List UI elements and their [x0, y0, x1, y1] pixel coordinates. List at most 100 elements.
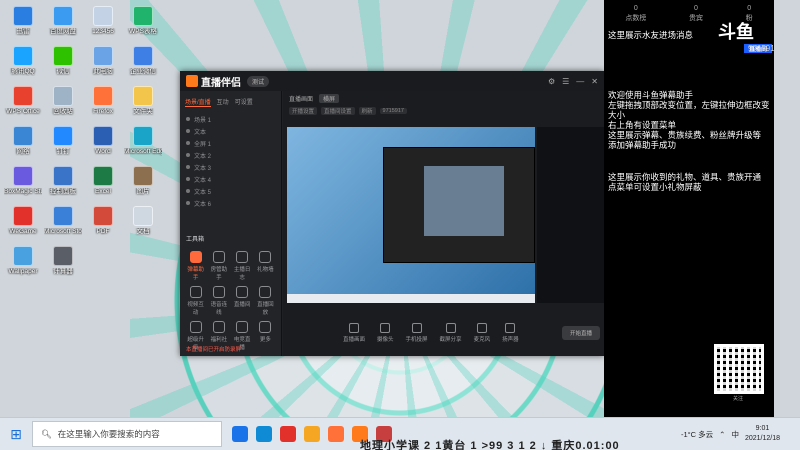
desktop-icon[interactable]: PDF — [84, 206, 122, 236]
desktop-icon[interactable]: 百度网盘 — [44, 6, 82, 36]
qr-label: 关注 — [733, 396, 744, 402]
app-icon-1[interactable] — [280, 426, 296, 442]
desktop-icon-image — [53, 86, 73, 106]
minimize-icon[interactable]: — — [576, 77, 584, 86]
firefox-icon[interactable] — [328, 426, 344, 442]
sub-tab[interactable]: 刷新 — [358, 107, 376, 115]
desktop-icon[interactable]: Microsoft Store — [44, 206, 82, 236]
control-button[interactable]: 截屏分享 — [440, 323, 462, 343]
room-id: 971591 — [748, 44, 775, 53]
desktop-icon-label: WPS Office — [6, 108, 40, 115]
control-button[interactable]: 手机投屏 — [406, 323, 428, 343]
app-logo: 直播伴侣 — [186, 74, 241, 89]
tool-item[interactable]: 视频互动 — [186, 286, 205, 316]
scene-item[interactable]: 文本 2 — [180, 149, 281, 161]
scene-item[interactable]: 文本 6 — [180, 197, 281, 209]
control-button[interactable]: 摄像头 — [377, 323, 394, 343]
scene-label: 文本 2 — [194, 153, 212, 160]
tool-item[interactable]: 直播回放 — [256, 286, 275, 316]
scene-item[interactable]: 场景 1 — [180, 113, 281, 125]
windows-start-icon[interactable]: ⊞ — [0, 426, 32, 443]
eye-icon[interactable] — [186, 129, 190, 133]
tool-icon — [236, 251, 249, 263]
desktop-icon[interactable]: 网络 — [4, 126, 42, 156]
desktop-icon[interactable]: Microsoft Edge — [124, 126, 162, 156]
stream-preview[interactable] — [287, 127, 535, 303]
desktop-icon[interactable]: 此电脑 — [84, 46, 122, 76]
desktop-icon[interactable]: WPS Office — [4, 86, 42, 116]
desktop-icon-image — [53, 126, 73, 146]
desktop-icon[interactable]: 控制面板 — [44, 166, 82, 196]
app-titlebar[interactable]: 直播伴侣 测试 ⚙ ☰ — ✕ — [180, 71, 604, 91]
close-icon[interactable]: ✕ — [591, 77, 598, 86]
desktop-icon[interactable]: 123456 — [84, 6, 122, 36]
control-icon — [380, 323, 391, 333]
desktop-icon[interactable]: BoxMagic Studio — [4, 166, 42, 196]
desktop-icon[interactable]: 图片 — [124, 166, 162, 196]
tool-label: 弹幕助手 — [187, 267, 204, 281]
sidebar-tab[interactable]: 场景/直播 — [185, 97, 211, 107]
chevron-up-icon[interactable]: ⌃ — [719, 430, 725, 439]
desktop-icon[interactable]: 文件夹 — [124, 86, 162, 116]
desktop-icon-image — [53, 206, 73, 226]
search-box[interactable]: 🔍︎ 在这里输入你要搜索的内容 — [32, 421, 222, 447]
desktop-icon[interactable]: Wallpaper — [4, 246, 42, 276]
tool-item[interactable]: 直播间 — [233, 286, 252, 316]
start-live-button[interactable]: 开始直播 — [561, 326, 600, 340]
edge-icon[interactable] — [256, 426, 272, 442]
eye-icon[interactable] — [186, 141, 190, 145]
task-view-icon[interactable] — [232, 426, 248, 442]
tool-item[interactable]: 礼物墙 — [256, 251, 275, 281]
desktop-icon[interactable]: 文档 — [124, 206, 162, 236]
desktop-icon[interactable]: 钉钉 — [44, 126, 82, 156]
clock[interactable]: 9:01 2021/12/18 — [745, 424, 780, 444]
control-button[interactable]: 直播画面 — [343, 323, 365, 343]
desktop-icon[interactable]: 计算器 — [44, 246, 82, 276]
control-icon — [411, 323, 422, 333]
desktop-icon[interactable]: 迅雷 — [4, 6, 42, 36]
eye-icon[interactable] — [186, 189, 190, 193]
scene-item[interactable]: 文本 3 — [180, 161, 281, 173]
sidebar-tab[interactable]: 互动 — [217, 97, 229, 107]
scene-item[interactable]: 文本 5 — [180, 185, 281, 197]
menu-icon[interactable]: ☰ — [562, 77, 569, 86]
sub-tab[interactable]: 直播间设置 — [321, 107, 355, 115]
desktop-icon[interactable]: 腾讯QQ — [4, 46, 42, 76]
sidebar-tab[interactable]: 可设置 — [235, 97, 253, 107]
desktop-icon[interactable]: 企业微信 — [124, 46, 162, 76]
eye-icon[interactable] — [186, 153, 190, 157]
desktop-icon[interactable]: 微信 — [44, 46, 82, 76]
desktop-icon[interactable]: WPS表格 — [124, 6, 162, 36]
tool-item[interactable]: 弹幕助手 — [186, 251, 205, 281]
control-button[interactable]: 扬声器 — [502, 323, 519, 343]
control-button[interactable]: 麦克风 — [474, 323, 490, 343]
tool-item[interactable]: 语音连线 — [209, 286, 228, 316]
scene-item[interactable]: 文本 4 — [180, 173, 281, 185]
orientation-pill[interactable]: 横屏 — [319, 93, 340, 103]
tool-item[interactable]: 更多 — [256, 321, 275, 351]
eye-icon[interactable] — [186, 201, 190, 205]
eye-icon[interactable] — [186, 165, 190, 169]
tool-item[interactable]: 主播日志 — [233, 251, 252, 281]
folder-icon[interactable] — [304, 426, 320, 442]
scene-item[interactable]: 全屏 1 — [180, 137, 281, 149]
desktop-icon[interactable]: 回收站 — [44, 86, 82, 116]
desktop-icon[interactable]: Excel — [84, 166, 122, 196]
app-window[interactable]: 直播伴侣 测试 ⚙ ☰ — ✕ 场景/直播 互动 可设置 场景 1 文本全屏 1 文本 … — [180, 71, 604, 356]
sub-tab[interactable]: 9715917 — [379, 108, 407, 114]
tool-item[interactable]: 房管助手 — [209, 251, 228, 281]
eye-icon[interactable] — [186, 177, 190, 181]
sub-tab[interactable]: 开播设置 — [289, 107, 318, 115]
ime-indicator[interactable]: 中 — [731, 429, 739, 440]
desktop-icon-label: 文件夹 — [133, 108, 153, 115]
gear-icon[interactable]: ⚙ — [548, 77, 555, 86]
scene-item[interactable]: 文本 — [180, 125, 281, 137]
scene-label: 全屏 1 — [194, 141, 212, 148]
eye-icon[interactable] — [186, 117, 190, 121]
desktop-icon[interactable]: WeGame — [4, 206, 42, 236]
desktop-icon-label: 文档 — [136, 228, 150, 235]
desktop-icon[interactable]: Word — [84, 126, 122, 156]
tab-live-view[interactable]: 直播画面 — [289, 94, 313, 103]
panel-line: 添加弹幕助手成功 — [608, 140, 677, 150]
desktop-icon[interactable]: Firefox — [84, 86, 122, 116]
